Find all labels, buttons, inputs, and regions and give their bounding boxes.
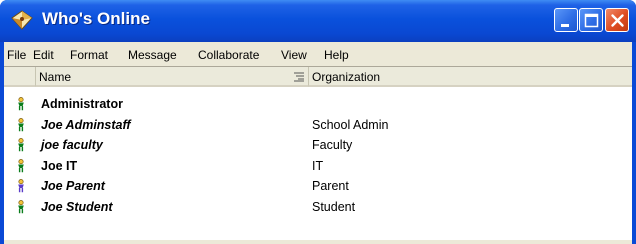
user-name: Joe Parent: [41, 179, 105, 193]
maximize-button[interactable]: [579, 8, 603, 32]
status-column-header[interactable]: [4, 67, 36, 87]
users-list[interactable]: Name Organization Administrator Joe Admin…: [4, 66, 632, 240]
organization-column-label: Organization: [312, 70, 381, 84]
menu-help[interactable]: Help: [324, 48, 349, 62]
user-status-icon: [18, 97, 24, 111]
minimize-button[interactable]: [554, 8, 578, 32]
user-row[interactable]: Administrator: [4, 95, 632, 115]
user-status-icon: [18, 158, 24, 172]
user-row[interactable]: Joe Adminstaff School Admin: [4, 116, 632, 136]
user-status-icon: [18, 117, 24, 131]
window-title: Who's Online: [42, 9, 150, 28]
menu-view[interactable]: View: [281, 48, 307, 62]
user-organization: Student: [312, 199, 356, 214]
user-row[interactable]: Joe Student Student: [4, 198, 632, 218]
menu-collaborate[interactable]: Collaborate: [198, 48, 259, 62]
window-client-area: File Edit Format Message Collaborate Vie…: [4, 42, 632, 244]
user-row[interactable]: Joe IT IT: [4, 157, 632, 177]
user-name: Joe Student: [41, 199, 113, 214]
sort-indicator-icon: [294, 72, 304, 82]
user-name: joe faculty: [41, 138, 103, 152]
user-organization: IT: [312, 158, 324, 173]
menu-message[interactable]: Message: [128, 48, 177, 62]
user-organization: Faculty: [312, 138, 353, 152]
close-icon: [611, 14, 624, 27]
chat-bubble-icon[interactable]: [10, 9, 34, 31]
maximize-icon: [584, 13, 599, 28]
user-status-icon: [18, 199, 24, 213]
name-column-label: Name: [39, 70, 72, 84]
organization-column-header[interactable]: Organization: [309, 67, 632, 87]
minimize-icon: [561, 24, 569, 27]
menu-edit[interactable]: Edit: [33, 48, 54, 62]
window-bottom-border: [4, 240, 632, 244]
user-organization: Parent: [312, 179, 349, 193]
user-row[interactable]: joe faculty Faculty: [4, 136, 632, 156]
user-organization: School Admin: [312, 117, 389, 132]
user-row[interactable]: Joe Parent Parent: [4, 177, 632, 197]
menu-file[interactable]: File: [7, 48, 26, 62]
user-name: Joe Adminstaff: [41, 117, 131, 132]
name-column-header[interactable]: Name: [36, 67, 309, 87]
user-name: Joe IT: [41, 158, 78, 173]
whos-online-window: Who's Online File Edit Format Message Co…: [0, 0, 636, 244]
title-bar[interactable]: Who's Online: [0, 0, 636, 42]
user-name: Administrator: [41, 97, 123, 111]
menu-bar: File Edit Format Message Collaborate Vie…: [4, 42, 632, 66]
close-button[interactable]: [605, 8, 629, 32]
user-status-icon: [18, 138, 24, 152]
menu-format[interactable]: Format: [70, 48, 108, 62]
user-status-icon: [18, 179, 24, 193]
